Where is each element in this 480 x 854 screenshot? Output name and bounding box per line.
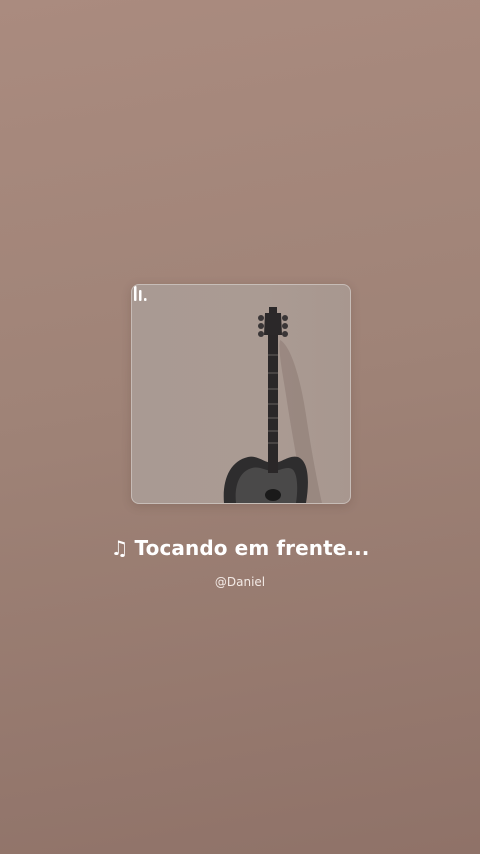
artist-handle[interactable]: @Daniel bbox=[0, 575, 480, 589]
audio-bars-icon bbox=[134, 286, 147, 301]
track-title: ♫ Tocando em frente... bbox=[0, 536, 480, 560]
guitar-icon bbox=[223, 307, 322, 503]
player-screen: ♫ Tocando em frente... @Daniel bbox=[0, 0, 480, 854]
music-note-icon: ♫ bbox=[110, 536, 129, 560]
album-cover[interactable] bbox=[131, 284, 351, 504]
track-title-text: Tocando em frente... bbox=[134, 536, 370, 560]
